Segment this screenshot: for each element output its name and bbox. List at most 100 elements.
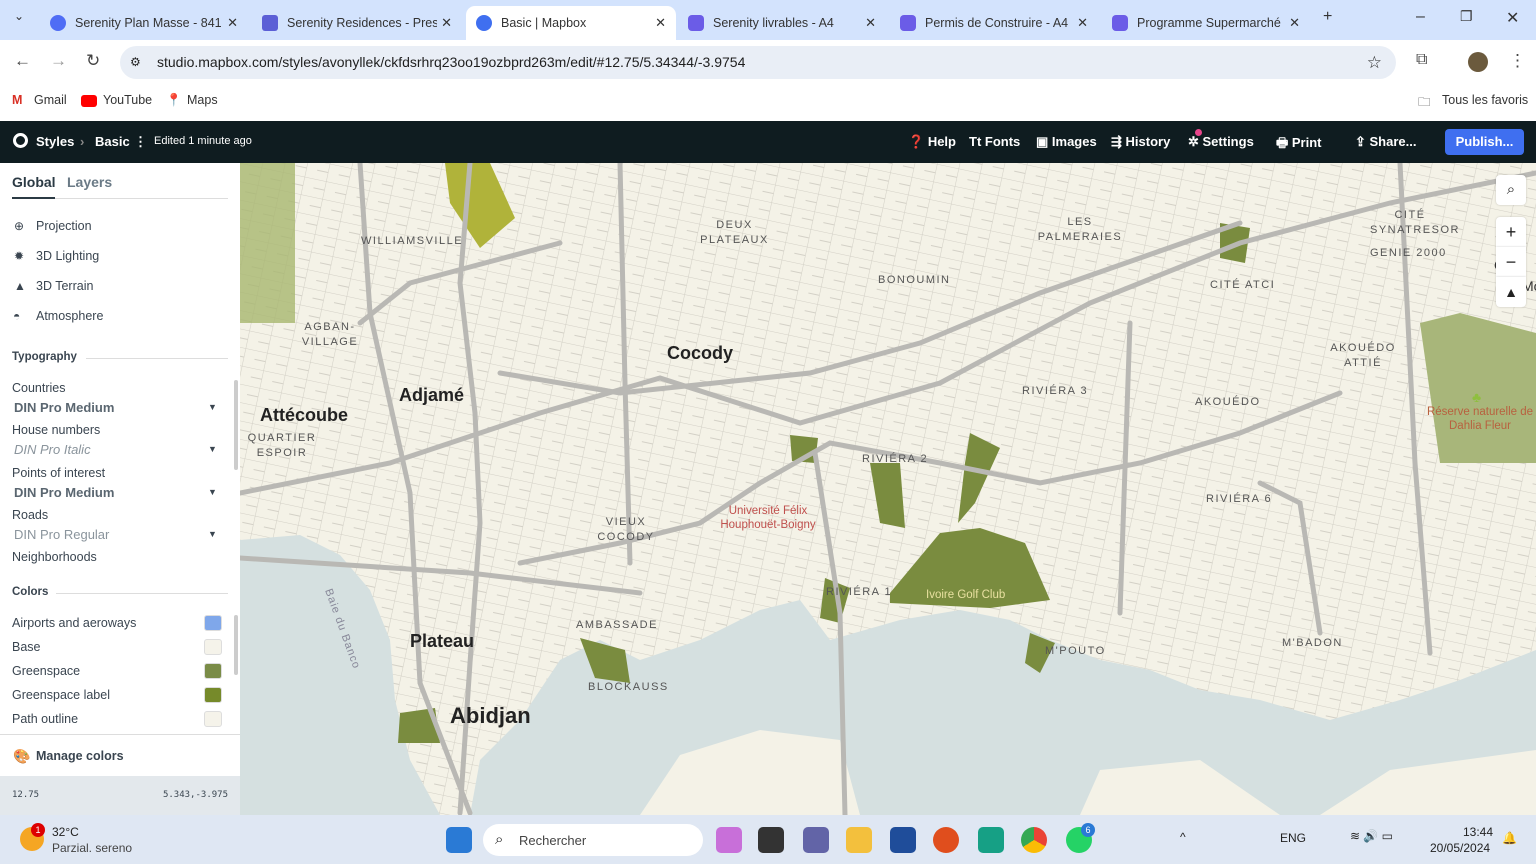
language-indicator[interactable]: ENG <box>1280 831 1306 845</box>
forward-icon[interactable]: → <box>50 51 67 71</box>
typography-heading: Typography <box>12 351 77 363</box>
tab-layers[interactable]: Layers <box>67 174 112 190</box>
color-swatch[interactable] <box>204 639 222 655</box>
map-label-akouedo_attie: AKOUÉDO ATTIÉ <box>1330 342 1396 369</box>
notification-bell-icon[interactable]: 🔔 <box>1502 831 1517 845</box>
clock-time[interactable]: 13:44 <box>1463 825 1493 839</box>
close-tab-icon[interactable]: ✕ <box>1289 15 1300 31</box>
chevron-up-icon[interactable]: ^ <box>1180 830 1186 844</box>
close-window-icon[interactable]: ✕ <box>1506 8 1519 28</box>
url-input[interactable]: ⚙ studio.mapbox.com/styles/avonyllek/ckfd… <box>120 46 1396 79</box>
breadcrumb-styles[interactable]: Styles <box>36 134 74 149</box>
share-button[interactable]: ⇪ Share... <box>1355 134 1416 150</box>
back-icon[interactable]: ← <box>14 51 31 71</box>
tab-5[interactable]: Programme Supermarché ✕ <box>1102 6 1310 40</box>
bookmark-youtube[interactable]: YouTube <box>103 93 152 107</box>
notification-dot <box>1195 129 1202 136</box>
address-bar-row: ← → ↻ ⚙ studio.mapbox.com/styles/avonylle… <box>0 40 1536 85</box>
clock-date[interactable]: 20/05/2024 <box>1430 841 1490 855</box>
dropdown-arrow-icon[interactable]: ▼ <box>208 402 217 412</box>
reload-icon[interactable]: ↻ <box>86 51 100 71</box>
file-explorer-icon[interactable] <box>846 827 872 853</box>
menu-icon[interactable]: ⋮ <box>1509 51 1526 71</box>
tab-global[interactable]: Global <box>12 174 56 190</box>
close-tab-icon[interactable]: ✕ <box>865 15 876 31</box>
color-swatch[interactable] <box>204 615 222 631</box>
park-tree-icon: ♣ <box>1472 389 1482 405</box>
history-button[interactable]: ⇶ History <box>1111 134 1170 150</box>
dropdown-arrow-icon[interactable]: ▼ <box>208 444 217 454</box>
ea-icon[interactable] <box>933 827 959 853</box>
settings-button[interactable]: ✲ Settings <box>1188 134 1254 150</box>
dropdown-arrow-icon[interactable]: ▼ <box>208 529 217 539</box>
star-icon[interactable]: ☆ <box>1367 46 1382 79</box>
images-button[interactable]: ▣ Images <box>1036 134 1097 150</box>
poi-golf[interactable]: Ivoire Golf Club <box>926 588 1005 602</box>
font-select[interactable]: DIN Pro Medium <box>14 485 114 500</box>
terrain-item[interactable]: 3D Terrain <box>36 279 93 293</box>
avatar[interactable] <box>1468 52 1488 72</box>
extensions-icon[interactable]: ⧉ <box>1416 51 1427 69</box>
start-icon[interactable] <box>446 827 472 853</box>
site-info-icon[interactable]: ⚙ <box>130 46 141 79</box>
lighting-item[interactable]: 3D Lighting <box>36 249 99 263</box>
all-bookmarks[interactable]: Tous les favoris <box>1442 93 1528 107</box>
new-tab-icon[interactable]: + <box>1323 8 1332 26</box>
compass-button[interactable]: ▲ <box>1496 277 1526 307</box>
tab-2-active[interactable]: Basic | Mapbox ✕ <box>466 6 676 40</box>
copilot-icon[interactable] <box>716 827 742 853</box>
poi-reserve[interactable]: Réserve naturelle de Dahlia Fleur <box>1425 405 1535 433</box>
color-swatch[interactable] <box>204 663 222 679</box>
font-select[interactable]: DIN Pro Italic <box>14 442 91 457</box>
active-tab-indicator <box>12 197 55 199</box>
font-select[interactable]: DIN Pro Regular <box>14 527 109 542</box>
dropdown-arrow-icon[interactable]: ▼ <box>208 487 217 497</box>
more-options-icon[interactable]: ⋮ <box>134 134 147 150</box>
color-swatch[interactable] <box>204 711 222 727</box>
color-swatch[interactable] <box>204 687 222 703</box>
wifi-volume-battery-icons[interactable]: ≋ 🔊 ▭ <box>1350 829 1393 843</box>
close-tab-icon[interactable]: ✕ <box>1077 15 1088 31</box>
minimize-icon[interactable]: – <box>1416 8 1425 26</box>
typography-label: House numbers <box>12 423 101 438</box>
breadcrumb-style-name[interactable]: Basic <box>95 134 130 149</box>
close-tab-icon[interactable]: ✕ <box>227 15 238 31</box>
restore-icon[interactable]: ❐ <box>1460 8 1473 25</box>
chevron-right-icon: › <box>80 134 85 149</box>
divider <box>56 593 228 594</box>
tab-search-button[interactable]: ⌄ <box>14 9 24 23</box>
close-tab-icon[interactable]: ✕ <box>655 15 666 31</box>
search-map-button[interactable]: ⌕ <box>1496 175 1526 205</box>
zoom-out-button[interactable]: − <box>1496 247 1526 277</box>
font-select[interactable]: DIN Pro Medium <box>14 400 114 415</box>
map-canvas[interactable]: Cocody Adjamé Attécoube Plateau Abidjan WILLI… <box>240 163 1536 815</box>
map-label-agban: AGBAN-VILLAGE <box>301 321 359 348</box>
tab-3[interactable]: Serenity livrables - A4 ✕ <box>678 6 886 40</box>
chrome-icon[interactable] <box>1021 827 1047 853</box>
map-label-les_palmeraies: LES PALMERAIES <box>1037 216 1123 243</box>
store-icon[interactable] <box>890 827 916 853</box>
tab-0[interactable]: Serenity Plan Masse - 841 ✕ <box>40 6 248 40</box>
print-button[interactable]: 🖶 Print <box>1276 134 1322 156</box>
fonts-button[interactable]: Tt Fonts <box>969 134 1020 149</box>
tab-4[interactable]: Permis de Construire - A4 ✕ <box>890 6 1098 40</box>
teams-icon[interactable] <box>803 827 829 853</box>
taskbar-search[interactable]: ⌕ Rechercher <box>483 824 703 856</box>
colors-scrollbar[interactable] <box>234 615 238 675</box>
publish-button[interactable]: Publish... <box>1445 129 1524 155</box>
map-svg <box>240 163 1536 815</box>
bookmark-gmail[interactable]: Gmail <box>34 93 67 107</box>
atmosphere-item[interactable]: Atmosphere <box>36 309 103 323</box>
terrain-icon: ▲ <box>14 279 26 293</box>
tab-1[interactable]: Serenity Residences - Prese ✕ <box>252 6 462 40</box>
help-button[interactable]: ❓ Help <box>908 134 956 150</box>
app-icon[interactable] <box>758 827 784 853</box>
zoom-in-button[interactable]: + <box>1496 217 1526 247</box>
typography-scrollbar[interactable] <box>234 380 238 470</box>
bookmark-maps[interactable]: Maps <box>187 93 218 107</box>
manage-colors-button[interactable]: Manage colors <box>36 749 124 763</box>
app-icon[interactable] <box>978 827 1004 853</box>
projection-item[interactable]: Projection <box>36 219 92 233</box>
poi-universite[interactable]: Université Félix Houphouët-Boigny <box>718 504 818 532</box>
close-tab-icon[interactable]: ✕ <box>441 15 452 31</box>
